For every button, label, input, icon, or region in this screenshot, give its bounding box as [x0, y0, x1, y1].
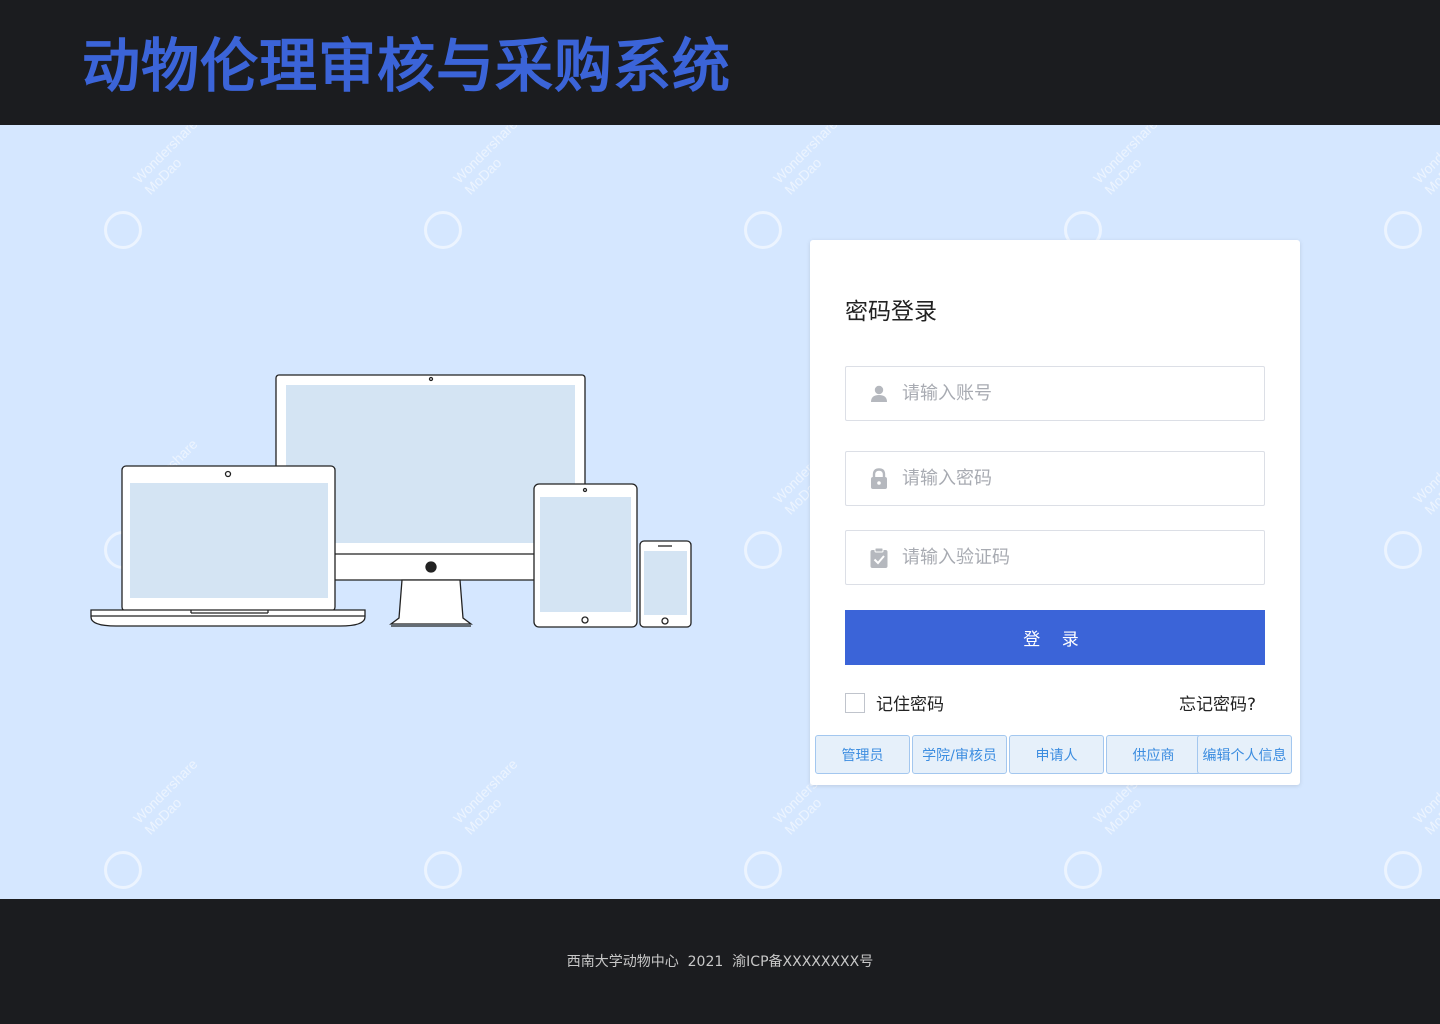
watermark: WondershareMoDao — [1380, 756, 1440, 895]
password-field[interactable] — [845, 451, 1265, 506]
password-input[interactable] — [902, 468, 1242, 489]
page-footer: 西南大学动物中心 2021 渝ICP备XXXXXXXX号 — [0, 899, 1440, 1024]
devices-illustration — [90, 374, 692, 628]
login-title: 密码登录 — [845, 299, 937, 325]
site-title: 动物伦理审核与采购系统 — [82, 32, 732, 100]
watermark: WondershareMoDao — [420, 125, 540, 255]
edit-profile-button[interactable]: 编辑个人信息 — [1197, 735, 1292, 774]
login-button[interactable]: 登 录 — [845, 610, 1265, 665]
role-switcher: 管理员 学院/审核员 申请人 供应商 编辑个人信息 — [815, 735, 1295, 775]
laptop-icon — [90, 465, 366, 627]
role-reviewer-button[interactable]: 学院/审核员 — [912, 735, 1007, 774]
watermark: WondershareMoDao — [1060, 756, 1180, 895]
captcha-input[interactable] — [902, 547, 1242, 568]
tablet-icon — [533, 483, 638, 628]
account-field[interactable] — [845, 366, 1265, 421]
role-supplier-button[interactable]: 供应商 — [1106, 735, 1201, 774]
watermark: WondershareMoDao — [740, 756, 860, 895]
account-input[interactable] — [902, 383, 1242, 404]
footer-text: 西南大学动物中心 2021 渝ICP备XXXXXXXX号 — [566, 954, 874, 970]
watermark: WondershareMoDao — [100, 125, 220, 255]
main-area: Wondershare MoDao Wondershare MoDao Wonder… — [0, 125, 1440, 899]
remember-password[interactable]: 记住密码 — [845, 690, 944, 715]
lock-icon — [868, 467, 890, 490]
remember-label: 记住密码 — [876, 695, 944, 715]
top-header: 动物伦理审核与采购系统 — [0, 0, 1440, 125]
role-applicant-button[interactable]: 申请人 — [1009, 735, 1104, 774]
role-admin-button[interactable]: 管理员 — [815, 735, 910, 774]
forgot-password-link[interactable]: 忘记密码? — [1179, 690, 1256, 715]
watermark: WondershareMoDao — [1380, 125, 1440, 255]
clipboard-check-icon — [868, 547, 890, 569]
watermark: WondershareMoDao — [1380, 436, 1440, 575]
captcha-field[interactable] — [845, 530, 1265, 585]
login-card: 密码登录 登 录 记住密码 忘记密码? — [810, 240, 1300, 785]
user-icon — [868, 383, 890, 405]
watermark: WondershareMoDao — [420, 756, 540, 895]
remember-checkbox[interactable] — [845, 692, 865, 713]
watermark: WondershareMoDao — [100, 756, 220, 895]
phone-icon — [639, 540, 692, 628]
